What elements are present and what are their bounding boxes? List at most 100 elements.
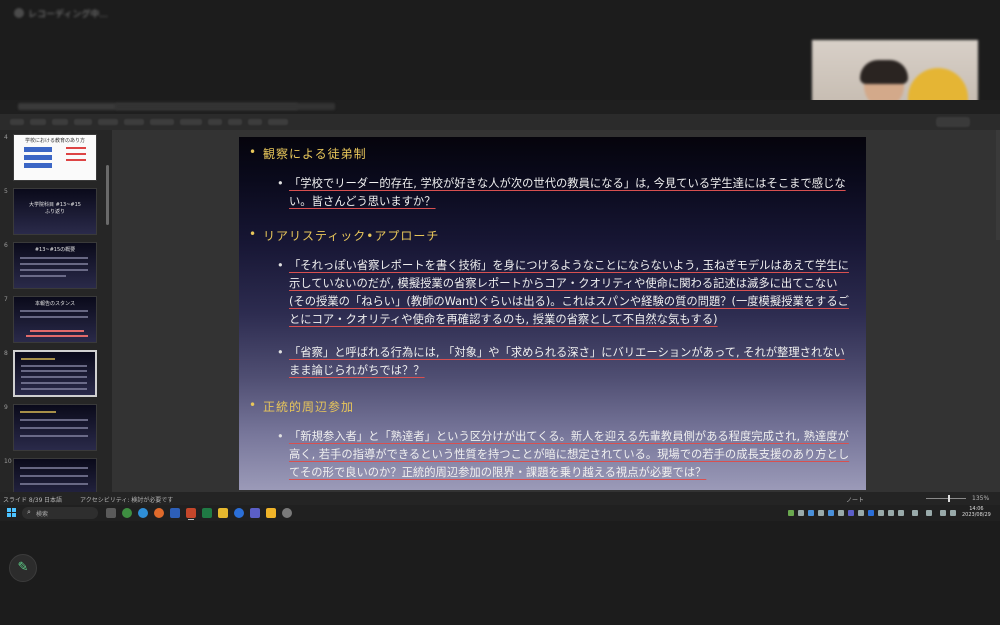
- zoom-slider[interactable]: [926, 498, 966, 499]
- thumbnail-scrollbar[interactable]: [106, 165, 109, 225]
- paragraph-text: 「それっぽい省察レポートを書く技術」を身につけるようなことにならないよう, 玉ね…: [289, 259, 849, 326]
- tab-animations[interactable]: [150, 119, 174, 125]
- tray-app-icon[interactable]: [798, 510, 804, 516]
- zoom-app-icon[interactable]: [234, 508, 244, 518]
- language-bar-icon[interactable]: [926, 510, 932, 516]
- slide-thumbnail-8-selected[interactable]: [13, 350, 97, 397]
- zoom-slider-handle[interactable]: [948, 495, 950, 502]
- pencil-annotation-icon[interactable]: ✎: [9, 554, 37, 582]
- thumb-graphic: [66, 153, 86, 155]
- thumb-text-line: [21, 388, 87, 390]
- thumb-graphic: [66, 159, 86, 161]
- slide-thumbnail-6[interactable]: #13~#15の概要: [13, 242, 97, 289]
- slide-thumbnail-7[interactable]: 本報告のスタンス: [13, 296, 97, 343]
- slide-thumbnail-panel[interactable]: 4 学校における教育のあり方 5 大学院科目 #13~#15 ふり返り 6 #1…: [0, 130, 112, 492]
- tab-file[interactable]: [10, 119, 24, 125]
- tab-slideshow[interactable]: [180, 119, 202, 125]
- paragraph-text: 「省察」と呼ばれる行為には, 「対象」や「求められる深さ」にバリエーションがあっ…: [289, 346, 845, 377]
- taskbar-clock[interactable]: 14:06 2023/08/29: [962, 506, 991, 518]
- thumb-text-line: [21, 376, 87, 378]
- wifi-icon[interactable]: [940, 510, 946, 516]
- tray-app-icon[interactable]: [808, 510, 814, 516]
- status-bar: スライド 8/39 日本語 アクセシビリティ: 検討が必要です ノート 135%: [0, 492, 1000, 505]
- current-slide[interactable]: • 観察による徒弟制 • 「学校でリーダー的存在, 学校が好きな人が次の世代の教…: [239, 137, 866, 490]
- accessibility-status[interactable]: アクセシビリティ: 検討が必要です: [80, 495, 173, 504]
- thumb-number: 5: [4, 188, 8, 195]
- settings-icon[interactable]: [282, 508, 292, 518]
- slide-thumbnail-4[interactable]: 学校における教育のあり方: [13, 134, 97, 181]
- slide-paragraph: • 「それっぽい省察レポートを書く技術」を身につけるようなことにならないよう, …: [277, 257, 851, 329]
- tab-design[interactable]: [98, 119, 118, 125]
- volume-icon[interactable]: [950, 510, 956, 516]
- thumb-number: 7: [4, 296, 8, 303]
- section-heading: 正統的周辺参加: [263, 400, 355, 414]
- window-titlebar[interactable]: [0, 100, 1000, 114]
- chevron-up-icon[interactable]: [912, 510, 918, 516]
- teams-icon[interactable]: [250, 508, 260, 518]
- thumb-number: 6: [4, 242, 8, 249]
- powerpoint-window: 4 学校における教育のあり方 5 大学院科目 #13~#15 ふり返り 6 #1…: [0, 100, 1000, 505]
- slide-thumbnail-10[interactable]: [13, 458, 97, 492]
- tab-home[interactable]: [30, 119, 46, 125]
- tray-app-icon[interactable]: [818, 510, 824, 516]
- recording-icon: [14, 8, 24, 18]
- tray-app-icon[interactable]: [898, 510, 904, 516]
- powerpoint-icon[interactable]: [186, 508, 196, 518]
- chrome-icon[interactable]: [122, 508, 132, 518]
- notes-app-icon[interactable]: [266, 508, 276, 518]
- tray-app-icon[interactable]: [868, 510, 874, 516]
- thumb-graphic: [26, 335, 88, 337]
- tray-app-icon[interactable]: [788, 510, 794, 516]
- tray-app-icon[interactable]: [888, 510, 894, 516]
- taskbar-search[interactable]: ⌕ 検索: [22, 507, 98, 519]
- thumb-number: 9: [4, 404, 8, 411]
- ribbon-tabs: [0, 114, 1000, 130]
- tab-review[interactable]: [228, 119, 242, 125]
- bullet-icon: •: [249, 227, 257, 241]
- slide-paragraph: • 「学校でリーダー的存在, 学校が好きな人が次の世代の教員になる」は, 今見て…: [277, 175, 851, 211]
- thumb-text-line: [20, 427, 88, 429]
- notes-button[interactable]: ノート: [846, 495, 864, 504]
- bullet-icon: •: [249, 398, 257, 412]
- thumb-number: 10: [4, 458, 12, 465]
- tab-draw[interactable]: [74, 119, 92, 125]
- tab-record[interactable]: [208, 119, 222, 125]
- tray-app-icon[interactable]: [858, 510, 864, 516]
- thumb-text-line: [20, 411, 56, 413]
- task-view-icon[interactable]: [106, 508, 116, 518]
- tab-transitions[interactable]: [124, 119, 144, 125]
- paragraph-text: 「新規参入者」と「熟達者」という区分けが出てくる。新人を迎える先輩教員側がある程…: [289, 430, 850, 479]
- slide-thumbnail-9[interactable]: [13, 404, 97, 451]
- tray-app-icon[interactable]: [848, 510, 854, 516]
- tray-app-icon[interactable]: [878, 510, 884, 516]
- slide-editor[interactable]: • 観察による徒弟制 • 「学校でリーダー的存在, 学校が好きな人が次の世代の教…: [112, 130, 1000, 492]
- edge-icon[interactable]: [138, 508, 148, 518]
- thumb-text-line: [20, 310, 88, 312]
- tab-insert[interactable]: [52, 119, 68, 125]
- excel-icon[interactable]: [202, 508, 212, 518]
- meeting-label: レコーディング中...: [28, 10, 108, 20]
- thumb-text-line: [21, 370, 87, 372]
- thumb-graphic: [30, 330, 84, 332]
- thumb-text-line: [20, 435, 88, 437]
- thumb-title: 本報告のスタンス: [35, 301, 75, 307]
- tab-view[interactable]: [248, 119, 262, 125]
- language-indicator[interactable]: 日本語: [44, 495, 62, 504]
- slide-thumbnail-5[interactable]: 大学院科目 #13~#15 ふり返り: [13, 188, 97, 235]
- thumb-title: 大学院科目 #13~#15 ふり返り: [29, 202, 81, 215]
- file-explorer-icon[interactable]: [218, 508, 228, 518]
- tray-app-icon[interactable]: [838, 510, 844, 516]
- slide-counter[interactable]: スライド 8/39: [3, 495, 42, 504]
- vertical-scrollbar[interactable]: [996, 130, 1000, 240]
- windows-start-icon[interactable]: [7, 508, 17, 518]
- tray-app-icon[interactable]: [828, 510, 834, 516]
- thumb-graphic: [24, 147, 52, 152]
- firefox-icon[interactable]: [154, 508, 164, 518]
- search-icon: ⌕: [27, 508, 31, 516]
- search-placeholder: 検索: [36, 511, 49, 518]
- zoom-level[interactable]: 135%: [972, 495, 989, 502]
- outlook-icon[interactable]: [170, 508, 180, 518]
- thumb-text-line: [20, 257, 88, 259]
- share-button[interactable]: [936, 117, 970, 127]
- tab-help[interactable]: [268, 119, 288, 125]
